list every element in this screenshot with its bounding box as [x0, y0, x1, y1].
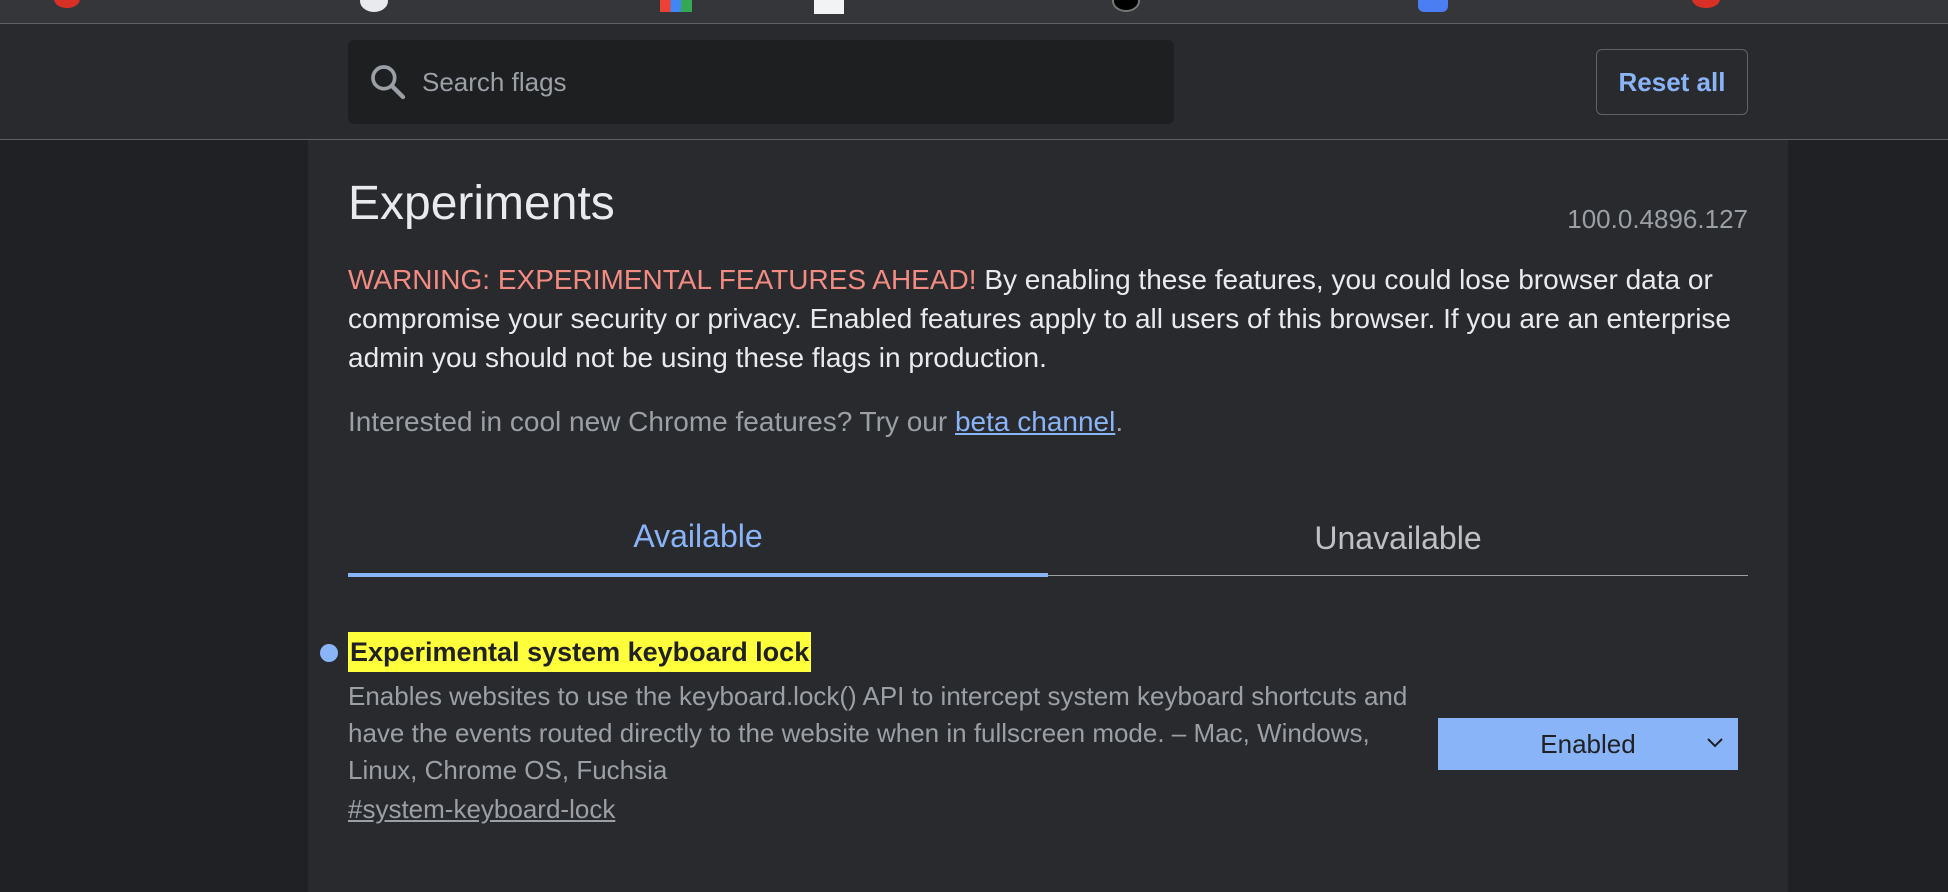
beta-promo-text: Interested in cool new Chrome features? …: [348, 406, 1123, 438]
search-box[interactable]: [348, 40, 1174, 124]
warning-text: WARNING: EXPERIMENTAL FEATURES AHEAD! By…: [348, 260, 1768, 377]
bookmark-favicon[interactable]: [1112, 0, 1140, 12]
flag-title: Experimental system keyboard lock: [348, 632, 812, 672]
tab-bar: Available Unavailable: [348, 500, 1748, 577]
tab-available[interactable]: Available: [348, 500, 1048, 577]
bookmark-favicon[interactable]: [1418, 0, 1448, 12]
flags-header: Reset all: [0, 24, 1948, 140]
search-icon: [371, 65, 406, 100]
beta-promo-prefix: Interested in cool new Chrome features? …: [348, 406, 955, 437]
bookmark-favicon[interactable]: [54, 0, 80, 8]
beta-channel-link[interactable]: beta channel: [955, 406, 1115, 437]
flag-state-value: Enabled: [1540, 728, 1636, 759]
chevron-down-icon: [1707, 738, 1723, 748]
warning-heading: WARNING: EXPERIMENTAL FEATURES AHEAD!: [348, 264, 977, 295]
bookmark-favicon[interactable]: [660, 0, 692, 12]
version-label: 100.0.4896.127: [1567, 204, 1748, 234]
bookmarks-bar: [0, 0, 1948, 24]
main-content: Experiments 100.0.4896.127 WARNING: EXPE…: [308, 140, 1788, 892]
search-input[interactable]: [422, 60, 1142, 104]
page-title: Experiments: [348, 177, 615, 230]
flag-anchor-link[interactable]: #system-keyboard-lock: [348, 794, 615, 825]
bookmark-favicon[interactable]: [814, 0, 844, 14]
flag-state-select[interactable]: Enabled: [1438, 718, 1738, 770]
tab-unavailable[interactable]: Unavailable: [1048, 500, 1748, 576]
reset-all-button[interactable]: Reset all: [1596, 49, 1748, 115]
dot-icon: [320, 644, 338, 662]
flag-description: Enables websites to use the keyboard.loc…: [348, 681, 1408, 785]
bookmark-favicon[interactable]: [1692, 0, 1720, 8]
beta-promo-suffix: .: [1115, 406, 1124, 437]
bookmark-favicon[interactable]: [360, 0, 388, 12]
flag-entry: Experimental system keyboard lock Enable…: [308, 626, 1788, 846]
